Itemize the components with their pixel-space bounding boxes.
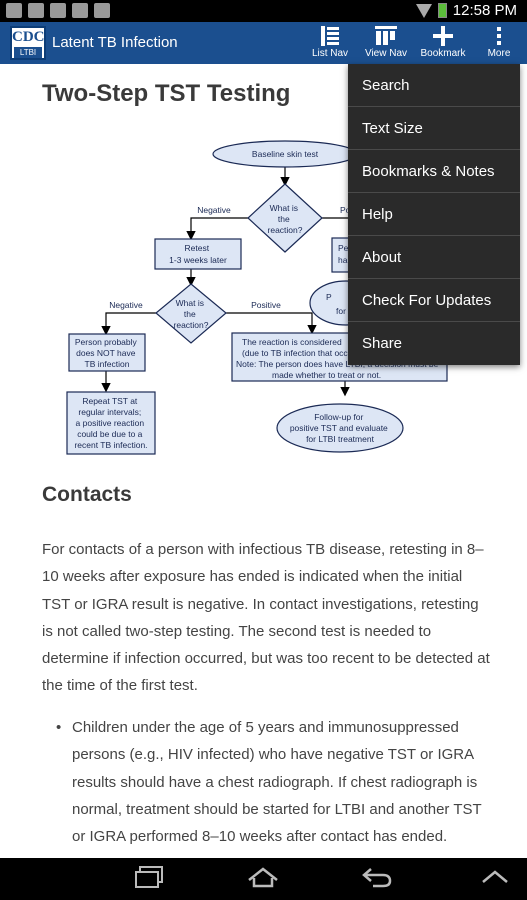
system-nav-bar [0,858,527,900]
flow-neg2-label: Negative [109,300,143,310]
list-item: • Children under the age of 5 years and … [56,714,486,850]
more-button[interactable]: More [484,24,514,60]
bullet-icon: • [56,719,62,736]
battery-icon [437,3,447,18]
menu-item-share[interactable]: Share [348,322,520,365]
app-title: Latent TB Infection [52,34,178,51]
list-nav-label: List Nav [311,48,349,59]
flow-pos2-label: Positive [251,300,281,310]
logo-text: CDC [12,29,45,45]
app-bar: CDC LTBI Latent TB Infection List Nav Vi… [0,22,527,64]
view-nav-label: View Nav [364,48,408,59]
play-store-icon [94,3,110,18]
menu-item-bookmarks-notes[interactable]: Bookmarks & Notes [348,150,520,193]
email-icon [28,3,44,18]
menu-item-about[interactable]: About [348,236,520,279]
recent-apps-icon[interactable] [124,866,174,894]
notification-icons [6,3,110,18]
menu-item-help[interactable]: Help [348,193,520,236]
chevron-up-icon[interactable] [470,866,520,894]
section-heading-contacts: Contacts [42,483,132,506]
cdc-logo: CDC LTBI [10,26,46,60]
menu-item-check-updates[interactable]: Check For Updates [348,279,520,322]
bookmark-button[interactable]: Bookmark [417,24,469,60]
more-label: More [487,48,511,59]
page-heading: Two-Step TST Testing [42,80,291,107]
list-icon [309,24,351,48]
gallery-icon [6,3,22,18]
view-nav-icon [362,24,410,48]
menu-item-search[interactable]: Search [348,64,520,107]
clock: 12:58 PM [452,2,517,19]
check-icon [50,3,66,18]
wifi-icon [415,3,432,18]
status-bar: 12:58 PM [0,0,527,22]
flow-repeat-text: Repeat TST at regular intervals; a posit… [74,396,147,450]
flow-neg1-label: Negative [197,205,231,215]
download-icon [72,3,88,18]
plus-icon [417,24,469,48]
menu-item-text-size[interactable]: Text Size [348,107,520,150]
overflow-icon [484,24,514,48]
logo-subtext: LTBI [14,47,42,58]
bullet-text: Children under the age of 5 years and im… [72,719,482,846]
back-icon[interactable] [352,866,402,894]
overflow-menu: Search Text Size Bookmarks & Notes Help … [348,64,520,365]
list-nav-button[interactable]: List Nav [309,24,351,60]
home-icon[interactable] [238,866,288,894]
flow-baseline-text: Baseline skin test [252,149,319,159]
contacts-paragraph: For contacts of a person with infectious… [42,541,490,695]
view-nav-button[interactable]: View Nav [362,24,410,60]
bookmark-label: Bookmark [420,48,466,59]
